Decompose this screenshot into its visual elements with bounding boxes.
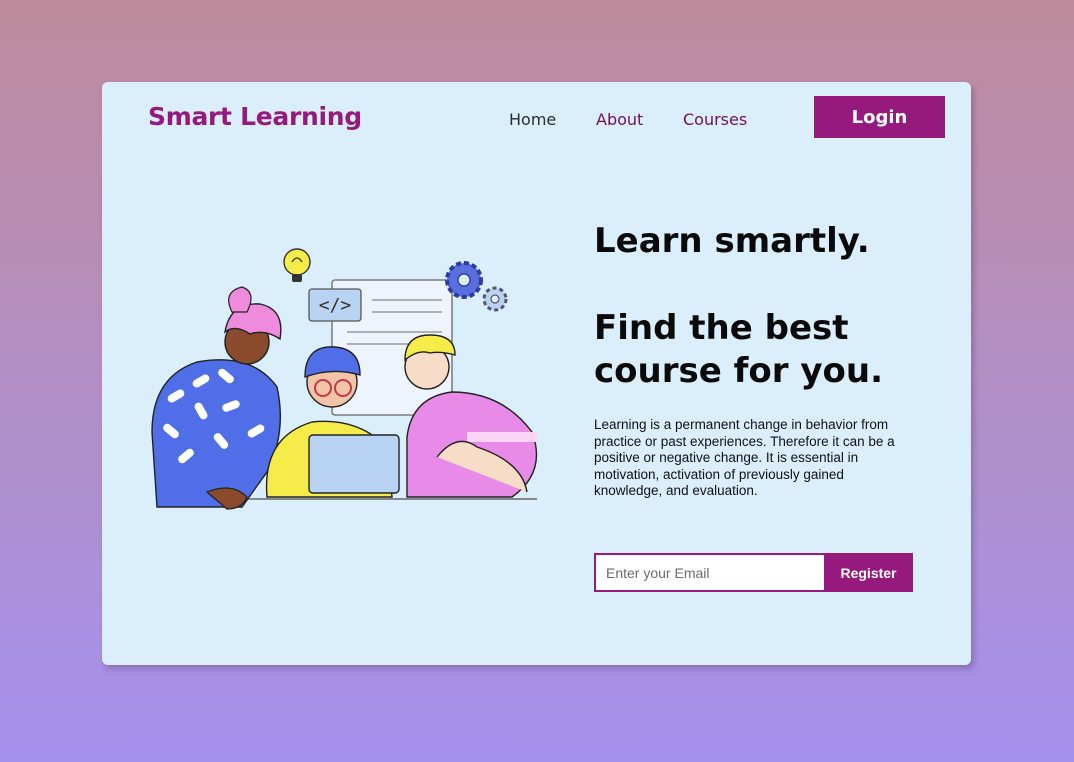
- hero-illustration: </>: [151, 248, 538, 510]
- headline-line-1: Learn smartly.: [594, 221, 870, 261]
- email-input[interactable]: [594, 553, 824, 592]
- nav-about-link[interactable]: About: [596, 110, 643, 129]
- hero-description: Learning is a permanent change in behavi…: [594, 417, 895, 498]
- hero-headline: Learn smartly. Find the best course for …: [594, 220, 964, 393]
- nav-home-link[interactable]: Home: [509, 110, 556, 129]
- register-button[interactable]: Register: [824, 553, 913, 592]
- landing-card: Smart Learning Home About Courses Login …: [102, 82, 971, 665]
- gear-icon: [445, 261, 508, 312]
- signup-form: Register: [594, 553, 914, 592]
- lightbulb-icon: [283, 248, 311, 282]
- brand-logo[interactable]: Smart Learning: [148, 102, 362, 131]
- student-right-figure: [404, 334, 538, 498]
- nav-courses-link[interactable]: Courses: [683, 110, 747, 129]
- student-left-figure: [151, 286, 282, 510]
- laptop-icon: [308, 434, 400, 494]
- svg-text:</>: </>: [319, 295, 352, 316]
- headline-line-2: Find the best course for you.: [594, 308, 884, 391]
- login-button[interactable]: Login: [814, 96, 945, 138]
